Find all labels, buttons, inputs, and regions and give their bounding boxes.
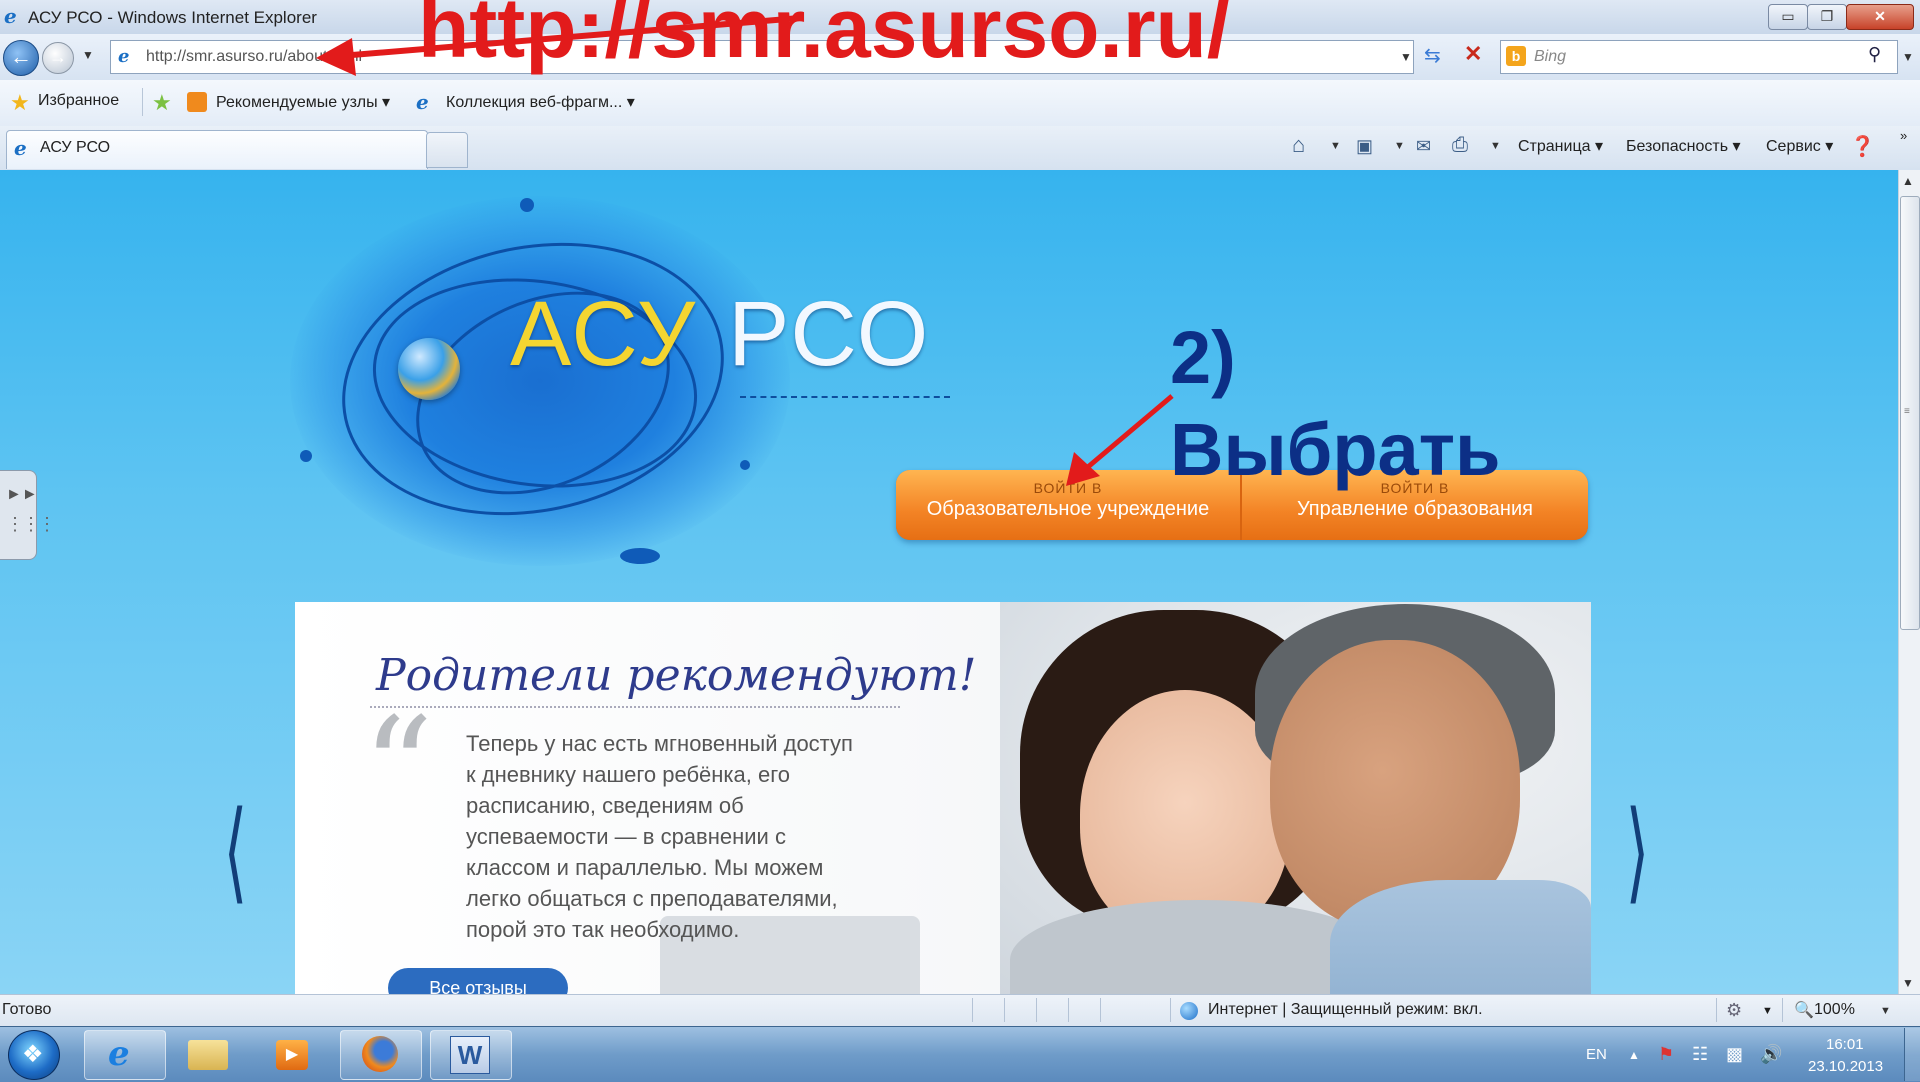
action-center-icon[interactable]: ⚑ — [1658, 1044, 1674, 1065]
refresh-icon[interactable]: ⇆ — [1424, 43, 1441, 68]
status-separator — [972, 998, 973, 1022]
more-commands-chevron-icon[interactable]: » — [1900, 128, 1907, 143]
scroll-grip-icon: ≡ — [1904, 406, 1910, 417]
search-options-dropdown[interactable]: ▼ — [1902, 50, 1914, 64]
search-placeholder[interactable]: Bing — [1534, 48, 1566, 66]
testimonial-title: Родители рекомендуют! — [376, 650, 977, 701]
grip-dots-icon: ⋮⋮⋮ — [6, 514, 56, 534]
tools-menu[interactable]: Сервис ▾ — [1766, 136, 1833, 156]
tab-label[interactable]: АСУ РСО — [40, 139, 110, 157]
network-icon[interactable]: ▩ — [1726, 1044, 1743, 1065]
status-bar — [0, 994, 1920, 1027]
suggested-sites-icon — [187, 92, 207, 112]
clock-date[interactable]: 23.10.2013 — [1808, 1058, 1883, 1075]
print-icon[interactable]: ⎙ — [1452, 134, 1468, 157]
internet-zone-icon — [1180, 1002, 1198, 1020]
ink-drop — [520, 198, 534, 212]
scroll-thumb[interactable] — [1900, 196, 1920, 630]
status-separator — [1170, 998, 1171, 1022]
search-icon[interactable]: ⚲ — [1868, 44, 1881, 65]
web-slice-gallery-link[interactable]: Коллекция веб-фрагм... ▾ — [446, 92, 635, 112]
address-dropdown[interactable]: ▼ — [1400, 50, 1412, 64]
status-text: Готово — [2, 1001, 52, 1018]
power-icon[interactable]: ☷ — [1692, 1044, 1708, 1065]
language-indicator[interactable]: EN — [1586, 1046, 1607, 1063]
login-school-label: Образовательное учреждение — [926, 498, 1210, 520]
new-tab-button[interactable] — [426, 132, 468, 168]
expand-arrows-icon: ►► — [6, 486, 38, 503]
home-dropdown[interactable]: ▼ — [1330, 140, 1341, 152]
feeds-dropdown[interactable]: ▼ — [1394, 140, 1405, 152]
word-icon: W — [450, 1036, 490, 1074]
zoom-level[interactable]: 100% — [1814, 1001, 1855, 1019]
windows-logo-icon: ❖ — [22, 1041, 44, 1068]
help-icon[interactable]: ❓ — [1850, 134, 1875, 159]
media-player-icon: ▶ — [276, 1040, 308, 1070]
zoom-icon[interactable]: 🔍 — [1794, 1000, 1814, 1020]
carousel-prev-icon[interactable]: ⟨ — [224, 796, 248, 906]
favorites-star-icon[interactable]: ★ — [10, 90, 30, 116]
maximize-button[interactable]: ❐ — [1807, 4, 1847, 30]
status-separator — [1100, 998, 1101, 1022]
logo-text-rso: РСО — [728, 283, 931, 385]
logo-underline — [740, 396, 950, 398]
page-menu[interactable]: Страница ▾ — [1518, 136, 1603, 156]
scroll-down-icon[interactable]: ▼ — [1902, 976, 1914, 990]
ink-drop — [620, 548, 660, 564]
minimize-button[interactable]: ▭ — [1768, 4, 1808, 30]
back-button[interactable]: ← — [3, 40, 39, 76]
close-button[interactable]: ✕ — [1846, 4, 1914, 30]
add-favorite-icon[interactable]: ★ — [152, 90, 172, 116]
status-separator — [1036, 998, 1037, 1022]
status-separator — [1068, 998, 1069, 1022]
testimonial-text: Теперь у нас есть мгновенный доступ к дн… — [466, 731, 853, 942]
read-mail-icon[interactable]: ✉ — [1416, 136, 1431, 157]
volume-icon[interactable]: 🔊 — [1760, 1044, 1782, 1065]
bing-icon: b — [1506, 46, 1526, 66]
show-hidden-icons-icon[interactable]: ▲ — [1628, 1048, 1640, 1062]
feeds-icon[interactable]: ▣ — [1356, 136, 1373, 157]
globe-icon — [398, 338, 460, 400]
ink-drop — [300, 450, 312, 462]
folder-icon — [188, 1040, 228, 1070]
favorites-separator — [142, 88, 143, 116]
instruction-arrow-icon — [1066, 394, 1174, 486]
recent-pages-dropdown[interactable]: ▼ — [82, 48, 94, 62]
scroll-up-icon[interactable]: ▲ — [1902, 174, 1914, 188]
ink-drop — [740, 460, 750, 470]
stop-icon[interactable]: ✕ — [1464, 41, 1482, 67]
url-annotation: http://smr.asurso.ru/ — [418, 0, 1231, 75]
window-title: АСУ РСО - Windows Internet Explorer — [28, 8, 317, 27]
clock-time[interactable]: 16:01 — [1826, 1036, 1864, 1053]
web-slice-icon: e — [416, 90, 429, 114]
status-separator — [1782, 998, 1783, 1022]
logo-text-asu: АСУ — [510, 283, 698, 385]
ie-icon: e — [4, 4, 17, 28]
print-dropdown[interactable]: ▼ — [1490, 140, 1501, 152]
safety-menu[interactable]: Безопасность ▾ — [1626, 136, 1741, 156]
firefox-icon — [362, 1036, 398, 1072]
ie-taskbar-icon: e — [108, 1034, 130, 1074]
instruction-annotation: 2) Выбрать — [1170, 316, 1501, 491]
testimonial-title-underline — [370, 706, 900, 708]
home-icon[interactable]: ⌂ — [1292, 132, 1305, 158]
zoom-dropdown[interactable]: ▼ — [1880, 1005, 1891, 1017]
page-icon: e — [118, 46, 130, 67]
favorites-button[interactable]: Избранное — [38, 92, 119, 110]
tab-page-icon: e — [14, 136, 27, 160]
login-management-label: Управление образования — [1297, 498, 1533, 520]
carousel-next-icon[interactable]: ⟩ — [1626, 796, 1650, 906]
show-desktop-button[interactable] — [1904, 1028, 1920, 1081]
forward-button[interactable]: → — [42, 42, 74, 74]
security-zone-text[interactable]: Интернет | Защищенный режим: вкл. — [1208, 1001, 1483, 1019]
protected-mode-icon[interactable]: ⚙ — [1726, 1000, 1742, 1021]
status-separator — [1716, 998, 1717, 1022]
protected-mode-dropdown[interactable]: ▼ — [1762, 1005, 1773, 1017]
quote-mark-icon: “ — [362, 688, 434, 851]
status-separator — [1004, 998, 1005, 1022]
suggested-sites-link[interactable]: Рекомендуемые узлы ▾ — [216, 92, 390, 112]
